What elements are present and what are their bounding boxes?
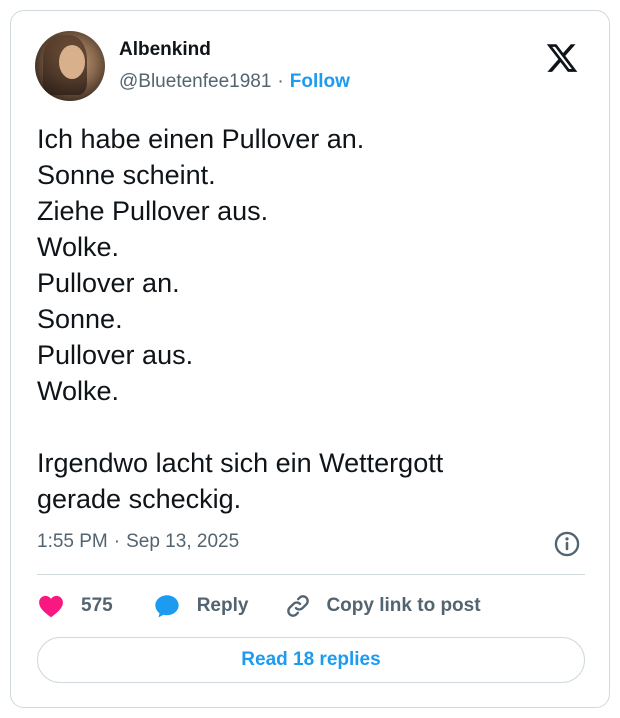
timestamp[interactable]: 1:55 PM · Sep 13, 2025 [37,531,239,553]
divider [37,574,585,575]
author-handle-row: @Bluetenfee1981 · Follow [119,71,350,93]
like-count: 575 [81,595,113,616]
info-icon[interactable] [553,530,581,558]
read-replies-button[interactable]: Read 18 replies [37,637,585,683]
author-handle[interactable]: @Bluetenfee1981 [119,71,271,92]
like-button[interactable]: 575 [37,592,113,620]
tweet-text: Ich habe einen Pullover an. Sonne schein… [37,124,444,514]
separator-dot: · [113,531,121,552]
tweet-card: Albenkind @Bluetenfee1981 · Follow Ich hab… [10,10,610,708]
copy-link-label: Copy link to post [326,595,481,616]
reply-button[interactable]: Reply [153,592,249,620]
tweet-time[interactable]: 1:55 PM [37,531,108,552]
follow-button[interactable]: Follow [290,71,350,92]
reply-bubble-icon [155,595,179,618]
reply-label: Reply [196,595,249,616]
action-bar: 575 Reply Copy link to post [37,589,481,623]
heart-icon [39,595,63,618]
link-icon [287,595,310,617]
avatar[interactable] [35,31,105,101]
copy-link-button[interactable]: Copy link to post [284,592,481,620]
author-name[interactable]: Albenkind [119,39,211,61]
x-logo-icon[interactable] [545,41,579,75]
separator-dot: · [277,71,284,92]
tweet-date[interactable]: Sep 13, 2025 [126,531,239,552]
